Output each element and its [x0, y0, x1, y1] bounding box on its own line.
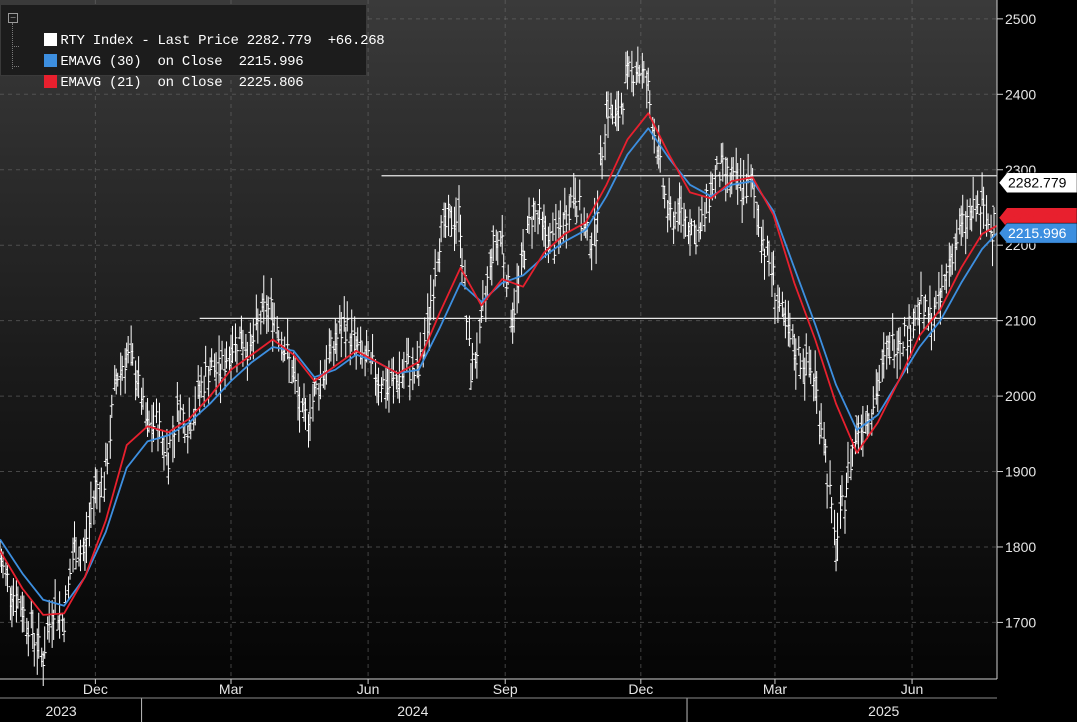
tag-ema30-label: 2215.996: [1008, 225, 1067, 241]
x-tick-label: Dec: [83, 681, 108, 697]
legend-swatch-ema21: [44, 75, 58, 88]
y-tick-label: 2000: [1005, 388, 1036, 404]
tag-last-price: 2282.779: [998, 172, 1077, 193]
x-tick-label: Jun: [901, 681, 924, 697]
year-label: 2023: [46, 703, 77, 719]
chart-root: 1700 1800 1900 2000 2100 2200 2300 2400 2500 Dec M…: [0, 0, 1077, 722]
legend-tree-branch: [12, 66, 19, 68]
legend-entry-ema21[interactable]: EMAVG (21) on Close 2225.806: [21, 51, 304, 91]
year-label: 2025: [868, 703, 899, 719]
legend-change: +66.268: [327, 33, 385, 49]
legend-entry-ema30[interactable]: EMAVG (30) on Close 2215.996: [21, 30, 304, 70]
y-tick-label: 1800: [1005, 539, 1036, 555]
y-tick-label: 2100: [1005, 313, 1036, 329]
legend-value: 2225.806: [238, 75, 304, 91]
tag-ema30: 2215.996: [998, 222, 1077, 244]
y-tick-label: 2500: [1005, 11, 1036, 27]
tag-last-price-label: 2282.779: [1008, 175, 1067, 191]
y-tick-label: 2400: [1005, 86, 1036, 102]
price-tags: 2225.8062215.9962282.779: [998, 172, 1077, 244]
plot-background: [0, 0, 997, 679]
legend-tree-branch: [12, 46, 19, 48]
legend: − RTY Index - Last Price 2282.779 +66.26…: [0, 4, 385, 91]
y-tick-label: 1700: [1005, 614, 1036, 630]
x-tick-label: Jun: [357, 681, 380, 697]
chart-svg: 170018001900200021002200230024002500Dec M…: [0, 0, 1077, 722]
x-tick-label: Dec: [628, 681, 653, 697]
y-tick-label: 1900: [1005, 464, 1036, 480]
x-tick-label: Mar: [219, 681, 243, 697]
x-tick-label: Mar: [763, 681, 787, 697]
x-tick-label: Sep: [493, 681, 518, 697]
year-label: 2024: [397, 703, 428, 719]
legend-entry-price[interactable]: RTY Index - Last Price 2282.779 +66.268: [21, 9, 385, 49]
legend-label: EMAVG (21) on Close: [60, 75, 223, 91]
legend-collapse-icon[interactable]: −: [8, 13, 18, 23]
